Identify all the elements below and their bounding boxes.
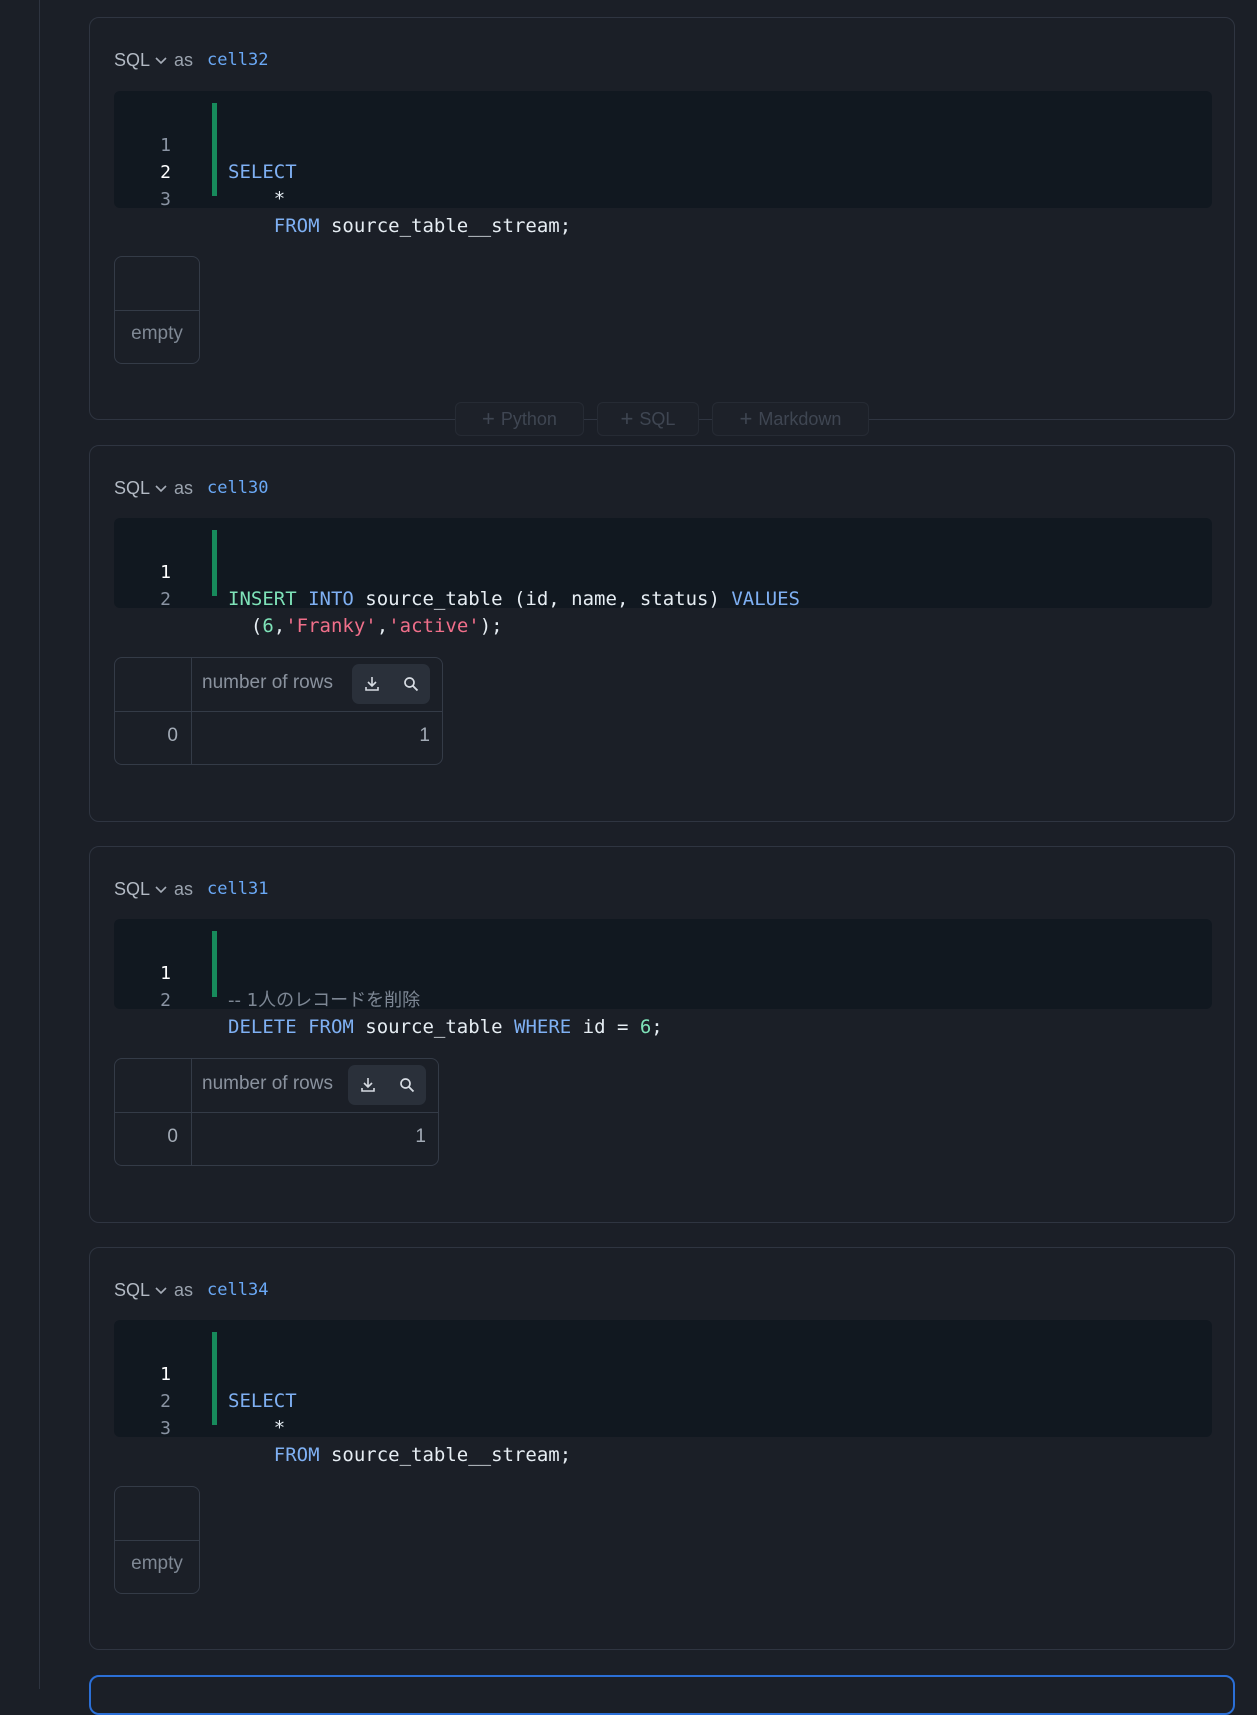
code-token: * bbox=[228, 188, 286, 210]
column-tools bbox=[352, 664, 430, 704]
code-line[interactable]: 2 DELETE FROM source_table WHERE id = 6; bbox=[114, 960, 1114, 1038]
search-icon[interactable] bbox=[402, 675, 420, 693]
add-sql-button[interactable]: + SQL bbox=[597, 402, 699, 436]
cell-header: SQL as cell31 bbox=[114, 877, 268, 901]
as-label: as bbox=[174, 477, 194, 498]
search-icon[interactable] bbox=[398, 1076, 416, 1094]
code-token: source_table__stream; bbox=[319, 1444, 572, 1466]
empty-label: empty bbox=[131, 1553, 183, 1574]
code-editor[interactable]: 1 -- 1人のレコードを削除 2 DELETE FROM source_tab… bbox=[114, 919, 1212, 1038]
code-token: ); bbox=[479, 615, 503, 637]
plus-icon: + bbox=[739, 406, 753, 431]
code-editor[interactable]: 1 SELECT 2 * 3 FROM source_table__stream… bbox=[114, 1320, 1212, 1466]
notebook-cell-cell30[interactable]: SQL as cell30 1 INSERT INTO source_table… bbox=[89, 445, 1235, 822]
cell-language-selector[interactable]: SQL bbox=[114, 50, 150, 71]
code-token: ( bbox=[228, 615, 263, 637]
code-editor[interactable]: 1 SELECT 2 * 3 FROM source_table__stream… bbox=[114, 91, 1212, 237]
notebook-cell-cell34[interactable]: SQL as cell34 1 SELECT 2 * 3 FROM source… bbox=[89, 1247, 1235, 1650]
result-table: number of rows 0 1 bbox=[114, 1058, 439, 1166]
column-header-number-of-rows[interactable]: number of rows bbox=[202, 672, 352, 694]
cell-language-selector[interactable]: SQL bbox=[114, 1280, 150, 1301]
chevron-down-icon[interactable] bbox=[154, 53, 168, 67]
code-token: INSERT bbox=[228, 588, 297, 610]
code-line[interactable]: 3 FROM source_table__stream; bbox=[114, 1388, 1114, 1466]
code-token: INTO bbox=[296, 588, 354, 610]
code-line[interactable]: 2 * bbox=[114, 1361, 1114, 1439]
code-token: ; bbox=[651, 1016, 663, 1038]
download-icon[interactable] bbox=[359, 1076, 377, 1094]
code-token: WHERE bbox=[502, 1016, 572, 1038]
notebook-cell-cell32[interactable]: SQL as cell32 1 SELECT 2 * 3 FROM source… bbox=[89, 17, 1235, 420]
code-line[interactable]: 1 SELECT bbox=[114, 1334, 1114, 1412]
row-index: 0 bbox=[167, 1126, 178, 1147]
cell-variable-name[interactable]: cell32 bbox=[207, 50, 268, 70]
column-header-number-of-rows[interactable]: number of rows bbox=[202, 1073, 346, 1095]
code-token: source_table (id, name, status) bbox=[353, 588, 720, 610]
code-line[interactable]: 2 * bbox=[114, 132, 1114, 210]
cell-variable-name[interactable]: cell31 bbox=[207, 879, 268, 899]
as-label: as bbox=[174, 49, 194, 70]
code-line[interactable]: 1 SELECT bbox=[114, 105, 1114, 183]
code-token: , bbox=[376, 615, 389, 637]
row-value: 1 bbox=[415, 1126, 426, 1147]
line-number: 2 bbox=[160, 990, 171, 1011]
cell-variable-name[interactable]: cell34 bbox=[207, 1280, 268, 1300]
result-table-empty: empty bbox=[114, 256, 200, 364]
cell-header: SQL as cell34 bbox=[114, 1278, 268, 1302]
notebook-cell-cell31[interactable]: SQL as cell31 1 -- 1人のレコードを削除 2 DELETE F… bbox=[89, 846, 1235, 1223]
chevron-down-icon[interactable] bbox=[154, 1283, 168, 1297]
code-line[interactable]: 2 (6,'Franky','active'); bbox=[114, 559, 1114, 637]
cell-variable-name[interactable]: cell30 bbox=[207, 478, 268, 498]
download-icon[interactable] bbox=[363, 675, 381, 693]
code-line[interactable]: 1 INSERT INTO source_table (id, name, st… bbox=[114, 532, 1114, 610]
add-cell-bar: + Python + SQL + Markdown bbox=[0, 402, 1257, 436]
line-number: 3 bbox=[160, 1418, 171, 1439]
empty-label: empty bbox=[131, 323, 183, 344]
plus-icon: + bbox=[620, 406, 634, 431]
code-token: , bbox=[273, 615, 286, 637]
code-token: id = bbox=[571, 1016, 640, 1038]
cell-header: SQL as cell32 bbox=[114, 48, 268, 72]
as-label: as bbox=[174, 878, 194, 899]
column-tools bbox=[348, 1065, 426, 1105]
row-index: 0 bbox=[167, 725, 178, 746]
code-token: 'active' bbox=[388, 615, 480, 637]
code-token: FROM bbox=[228, 215, 320, 237]
code-line[interactable]: 1 -- 1人のレコードを削除 bbox=[114, 933, 1114, 1011]
result-table-empty: empty bbox=[114, 1486, 200, 1594]
code-token: DELETE bbox=[228, 1016, 297, 1038]
result-table: number of rows 0 1 bbox=[114, 657, 443, 765]
code-line[interactable]: 3 FROM source_table__stream; bbox=[114, 159, 1114, 237]
notebook-cell-next-active[interactable] bbox=[89, 1675, 1235, 1715]
chevron-down-icon[interactable] bbox=[154, 882, 168, 896]
code-editor[interactable]: 1 INSERT INTO source_table (id, name, st… bbox=[114, 518, 1212, 637]
code-token: VALUES bbox=[719, 588, 800, 610]
cell-language-selector[interactable]: SQL bbox=[114, 478, 150, 499]
code-token: 'Franky' bbox=[285, 615, 377, 637]
cell-language-selector[interactable]: SQL bbox=[114, 879, 150, 900]
code-token: source_table bbox=[353, 1016, 503, 1038]
cell-header: SQL as cell30 bbox=[114, 476, 268, 500]
code-token: FROM bbox=[228, 1444, 320, 1466]
code-token: 6 bbox=[262, 615, 274, 637]
code-token: 6 bbox=[639, 1016, 652, 1038]
code-token: source_table__stream; bbox=[319, 215, 572, 237]
as-label: as bbox=[174, 1279, 194, 1300]
line-number: 2 bbox=[160, 589, 171, 610]
plus-icon: + bbox=[482, 406, 495, 431]
add-python-button[interactable]: + Python bbox=[455, 402, 584, 436]
row-value: 1 bbox=[419, 725, 430, 746]
code-token: FROM bbox=[296, 1016, 354, 1038]
chevron-down-icon[interactable] bbox=[154, 481, 168, 495]
code-token: * bbox=[228, 1417, 286, 1439]
line-number: 3 bbox=[160, 189, 171, 210]
code-comment: -- 1人のレコードを削除 bbox=[228, 990, 421, 1011]
add-markdown-button[interactable]: + Markdown bbox=[712, 402, 869, 436]
notebook-gutter-line bbox=[39, 0, 40, 1689]
